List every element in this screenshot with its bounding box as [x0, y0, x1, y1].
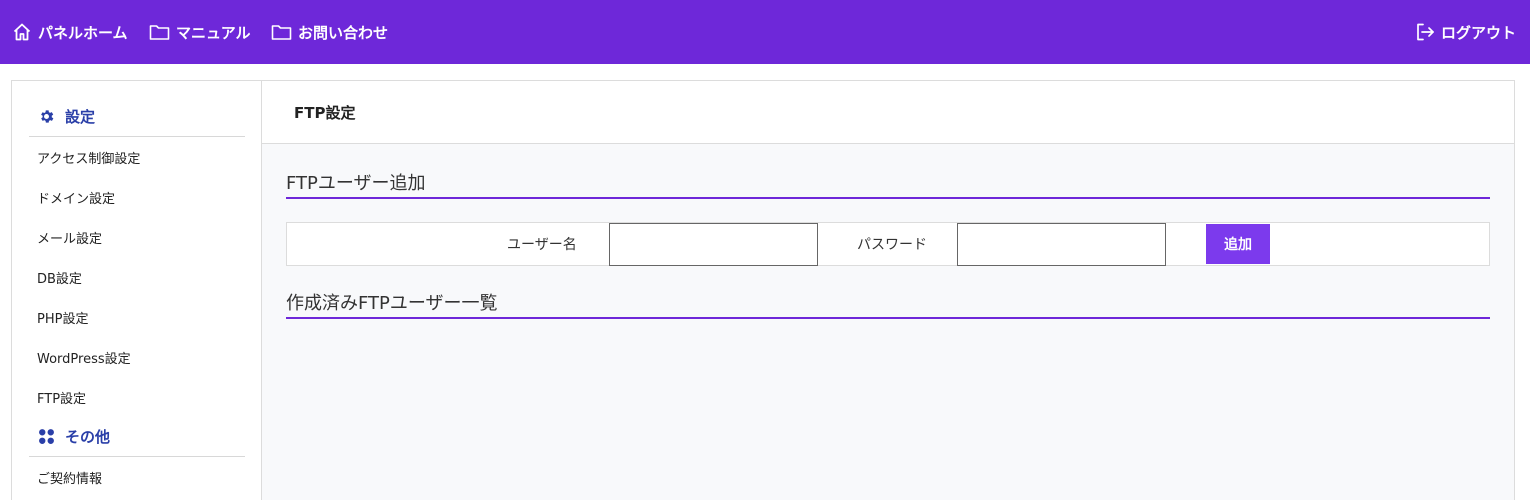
nav-manual-label: マニュアル: [176, 23, 251, 42]
nav-contact[interactable]: お問い合わせ: [271, 0, 388, 64]
nav-manual[interactable]: マニュアル: [149, 0, 251, 64]
gear-icon: [41, 110, 54, 123]
folder-icon: [149, 25, 170, 40]
add-ftp-user-heading: FTPユーザー追加: [286, 173, 1490, 199]
sidebar-section-other-label: その他: [65, 428, 111, 446]
content-header: FTP設定: [262, 81, 1514, 144]
add-button[interactable]: 追加: [1206, 224, 1270, 264]
nav-panel-home-label: パネルホーム: [38, 23, 128, 42]
sidebar-item-wordpress[interactable]: WordPress設定: [37, 337, 131, 377]
home-icon: [13, 23, 31, 41]
main-frame: 設定 アクセス制御設定 ドメイン設定 メール設定 DB設定 PHP設定 Word…: [11, 80, 1515, 500]
sidebar-item-access-control[interactable]: アクセス制御設定: [37, 137, 140, 177]
sidebar-item-db[interactable]: DB設定: [37, 257, 82, 297]
grid-icon: [39, 429, 54, 444]
nav-contact-label: お問い合わせ: [298, 23, 389, 42]
logout-button[interactable]: ログアウト: [1415, 0, 1516, 64]
username-input[interactable]: [609, 223, 818, 266]
top-navigation-bar: パネルホーム マニュアル お問い合わせ ログアウト: [0, 0, 1530, 64]
sidebar-section-other: その他: [29, 417, 245, 457]
sidebar-item-domain[interactable]: ドメイン設定: [37, 177, 115, 217]
nav-panel-home[interactable]: パネルホーム: [12, 0, 128, 64]
folder-icon: [271, 25, 292, 40]
sidebar-section-settings: 設定: [29, 97, 245, 137]
sidebar-item-mail[interactable]: メール設定: [37, 217, 102, 257]
logout-icon: [1417, 23, 1434, 41]
sidebar-item-ftp[interactable]: FTP設定: [37, 377, 86, 417]
ftp-user-list-heading: 作成済みFTPユーザー一覧: [286, 293, 1490, 319]
sidebar-section-settings-label: 設定: [65, 108, 96, 126]
username-label: ユーザー名: [507, 237, 577, 253]
sidebar-item-php[interactable]: PHP設定: [37, 297, 88, 337]
sidebar: 設定 アクセス制御設定 ドメイン設定 メール設定 DB設定 PHP設定 Word…: [12, 81, 262, 500]
password-input[interactable]: [957, 223, 1166, 266]
sidebar-item-contract-info[interactable]: ご契約情報: [37, 457, 102, 497]
add-ftp-user-form: ユーザー名 パスワード 追加: [286, 222, 1490, 266]
page-title: FTP設定: [294, 103, 356, 122]
content-area: FTP設定 FTPユーザー追加 ユーザー名 パスワード 追加 作成済みFTPユー…: [262, 81, 1514, 500]
password-label: パスワード: [857, 237, 927, 253]
logout-label: ログアウト: [1440, 23, 1516, 42]
